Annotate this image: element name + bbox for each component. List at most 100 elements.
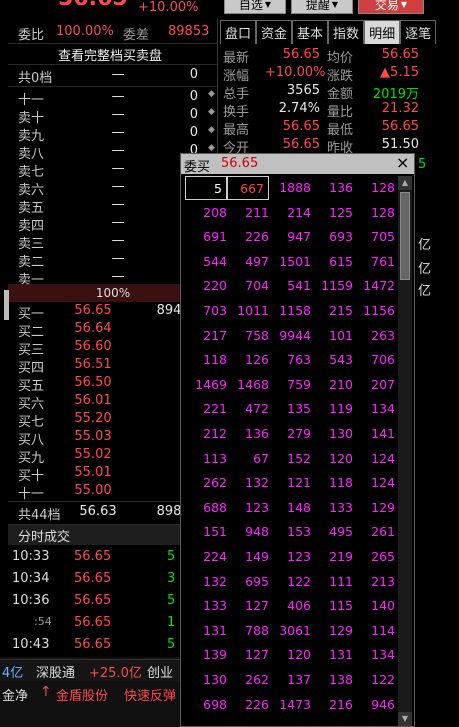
bid-queue-cell: 124 xyxy=(371,475,395,491)
bid-queue-cell: 472 xyxy=(245,401,269,417)
bid-queue-cell: 1888 xyxy=(279,180,311,195)
bid-queue-cell: 9944 xyxy=(279,327,311,343)
bid-queue-popup[interactable]: 委买 56.65 × 5 667 1888 136 128 208 211 214 125 128… xyxy=(180,153,415,727)
close-icon[interactable]: × xyxy=(396,153,409,172)
full-book-link[interactable]: 查看完整档买卖盘 xyxy=(58,45,162,64)
trade-price: 56.65 xyxy=(74,637,112,652)
trade-price: 56.65 xyxy=(74,615,112,630)
bid-queue-cell: 703 xyxy=(203,303,227,318)
bid-queue-cell: 130 xyxy=(329,426,353,441)
buy-level-price: 56.50 xyxy=(74,375,112,390)
scroll-up-icon[interactable]: ▲ xyxy=(398,176,412,190)
diamond-icon: ◆ xyxy=(208,125,215,135)
trade-vol: 1 xyxy=(167,615,176,630)
bid-queue-cell: 544 xyxy=(203,253,227,269)
buy-level-price: 56.51 xyxy=(74,357,112,372)
bid-queue-cell: 136 xyxy=(329,180,353,195)
tab-0[interactable]: 盘口 xyxy=(220,20,257,44)
tab-3[interactable]: 指数 xyxy=(328,20,365,44)
sell-total-vol: 0 xyxy=(189,67,198,82)
quote-label: 最高 xyxy=(223,123,250,138)
add-watchlist-button[interactable]: 自选 ▼ xyxy=(224,0,286,14)
bid-queue-cell: 127 xyxy=(245,647,269,663)
tab-2[interactable]: 基本 xyxy=(292,20,329,44)
alert-button[interactable]: 提醒 ▼ xyxy=(291,0,353,14)
sell-total-price: — xyxy=(111,67,125,82)
bid-queue-cell: 120 xyxy=(329,450,353,466)
popup-scrollbar[interactable]: ▲ ▼ xyxy=(398,176,412,726)
trade-vol: 5 xyxy=(167,593,176,608)
arrow-up-icon: ↑ xyxy=(40,684,52,700)
trade-price: 56.65 xyxy=(74,593,112,608)
bid-queue-cell: 763 xyxy=(287,352,311,368)
bid-queue-cell: 1011 xyxy=(237,303,269,318)
tab-1[interactable]: 资金 xyxy=(256,20,293,44)
bid-queue-cell: 217 xyxy=(203,327,227,343)
right-edge-value: 5 xyxy=(418,157,427,172)
bid-queue-cell: 1473 xyxy=(279,696,311,712)
news-ticker: 4亿 深股通 +25.0亿 创业 金净 ↑ 金盾股份 快速反弹 xyxy=(0,657,180,727)
bid-queue-cell: 122 xyxy=(287,573,311,589)
quote-row: 最高 56.65 最低 56.65 xyxy=(223,119,459,139)
bid-queue-cell: 704 xyxy=(245,278,269,294)
bid-queue-cell: 119 xyxy=(329,401,353,417)
bid-queue-cell: 137 xyxy=(287,672,311,687)
bid-queue-cell: 136 xyxy=(245,426,269,441)
bid-queue-cell: 210 xyxy=(329,376,353,392)
bid-queue-cell: 212 xyxy=(203,426,227,441)
bid-queue-cell: 497 xyxy=(245,253,269,269)
buy-total-label: 共44档 xyxy=(18,508,61,523)
bid-queue-cell: 131 xyxy=(203,622,227,638)
bid-queue-cell: 208 xyxy=(203,204,227,220)
tab-5[interactable]: 逐笔 xyxy=(400,20,437,44)
ticker-news-text[interactable]: 快速反弹 xyxy=(124,685,176,704)
bid-queue-cell: 705 xyxy=(371,229,395,245)
latest-price: 56.65 xyxy=(58,0,128,11)
sell-level-price: — xyxy=(111,215,125,230)
sell-total-label: 共0档 xyxy=(18,71,53,86)
sell-level-price: — xyxy=(111,89,125,104)
bid-queue-cell: 128 xyxy=(371,180,395,195)
quote-row: 换手 2.74% 量比 21.32 xyxy=(223,101,459,121)
trades-title: 分时成交 xyxy=(18,530,71,545)
quote-label: 涨跌 xyxy=(327,69,354,84)
bid-queue-cell: 279 xyxy=(287,426,311,441)
quote-label: 换手 xyxy=(223,105,250,120)
trade-time: 10:33 xyxy=(12,549,50,564)
popup-title: 委买 xyxy=(184,160,211,175)
quote-value: 2.74% xyxy=(278,101,320,116)
sell-total-row: 共0档 — 0 xyxy=(18,66,218,87)
trade-button[interactable]: 交易 ▼ xyxy=(358,0,424,14)
trade-time: 10:43 xyxy=(12,637,50,652)
alert-label: 提醒 xyxy=(305,0,330,12)
chevron-down-icon: ▼ xyxy=(331,0,339,9)
weicha-value: 89853 xyxy=(168,24,210,39)
bid-queue-cell: 133 xyxy=(329,499,353,515)
diamond-icon: ◆ xyxy=(208,107,215,117)
ticker-shenzhen-connect[interactable]: 深股通 xyxy=(36,662,75,681)
ticker-chinext[interactable]: 创业 xyxy=(147,662,173,681)
bid-queue-cell: 226 xyxy=(245,696,269,712)
ticker-net-label: 金净 xyxy=(2,689,29,704)
ticker-news-stock[interactable]: 金盾股份 xyxy=(56,685,108,704)
scroll-down-icon[interactable]: ▼ xyxy=(398,712,412,726)
quote-row: 最新 56.65 均价 56.65 xyxy=(223,47,459,67)
bid-queue-cell: 207 xyxy=(371,376,395,392)
bid-queue-cell: 129 xyxy=(329,622,353,638)
bid-queue-cell: 140 xyxy=(371,598,395,614)
tab-4[interactable]: 明细 xyxy=(364,20,401,44)
bid-queue-cell: 127 xyxy=(245,598,269,614)
bid-queue-cell: 123 xyxy=(245,499,269,515)
info-tabs: 盘口 资金 基本 指数 明细 逐笔 xyxy=(220,20,459,44)
sell-level-price: — xyxy=(111,197,125,212)
bid-queue-cell: 125 xyxy=(329,204,353,220)
quote-value: 56.65 xyxy=(282,47,320,62)
bid-queue-cell: 135 xyxy=(287,401,311,417)
popup-header[interactable]: 委买 56.65 × xyxy=(181,153,414,175)
panel-collapse-handle[interactable] xyxy=(4,290,9,320)
buy-level-price: 55.01 xyxy=(74,465,112,480)
scroll-thumb[interactable] xyxy=(400,192,410,280)
bid-queue-cell: 138 xyxy=(329,672,353,687)
trade-time: 10:34 xyxy=(12,571,50,586)
sell-level-price: — xyxy=(111,107,125,122)
